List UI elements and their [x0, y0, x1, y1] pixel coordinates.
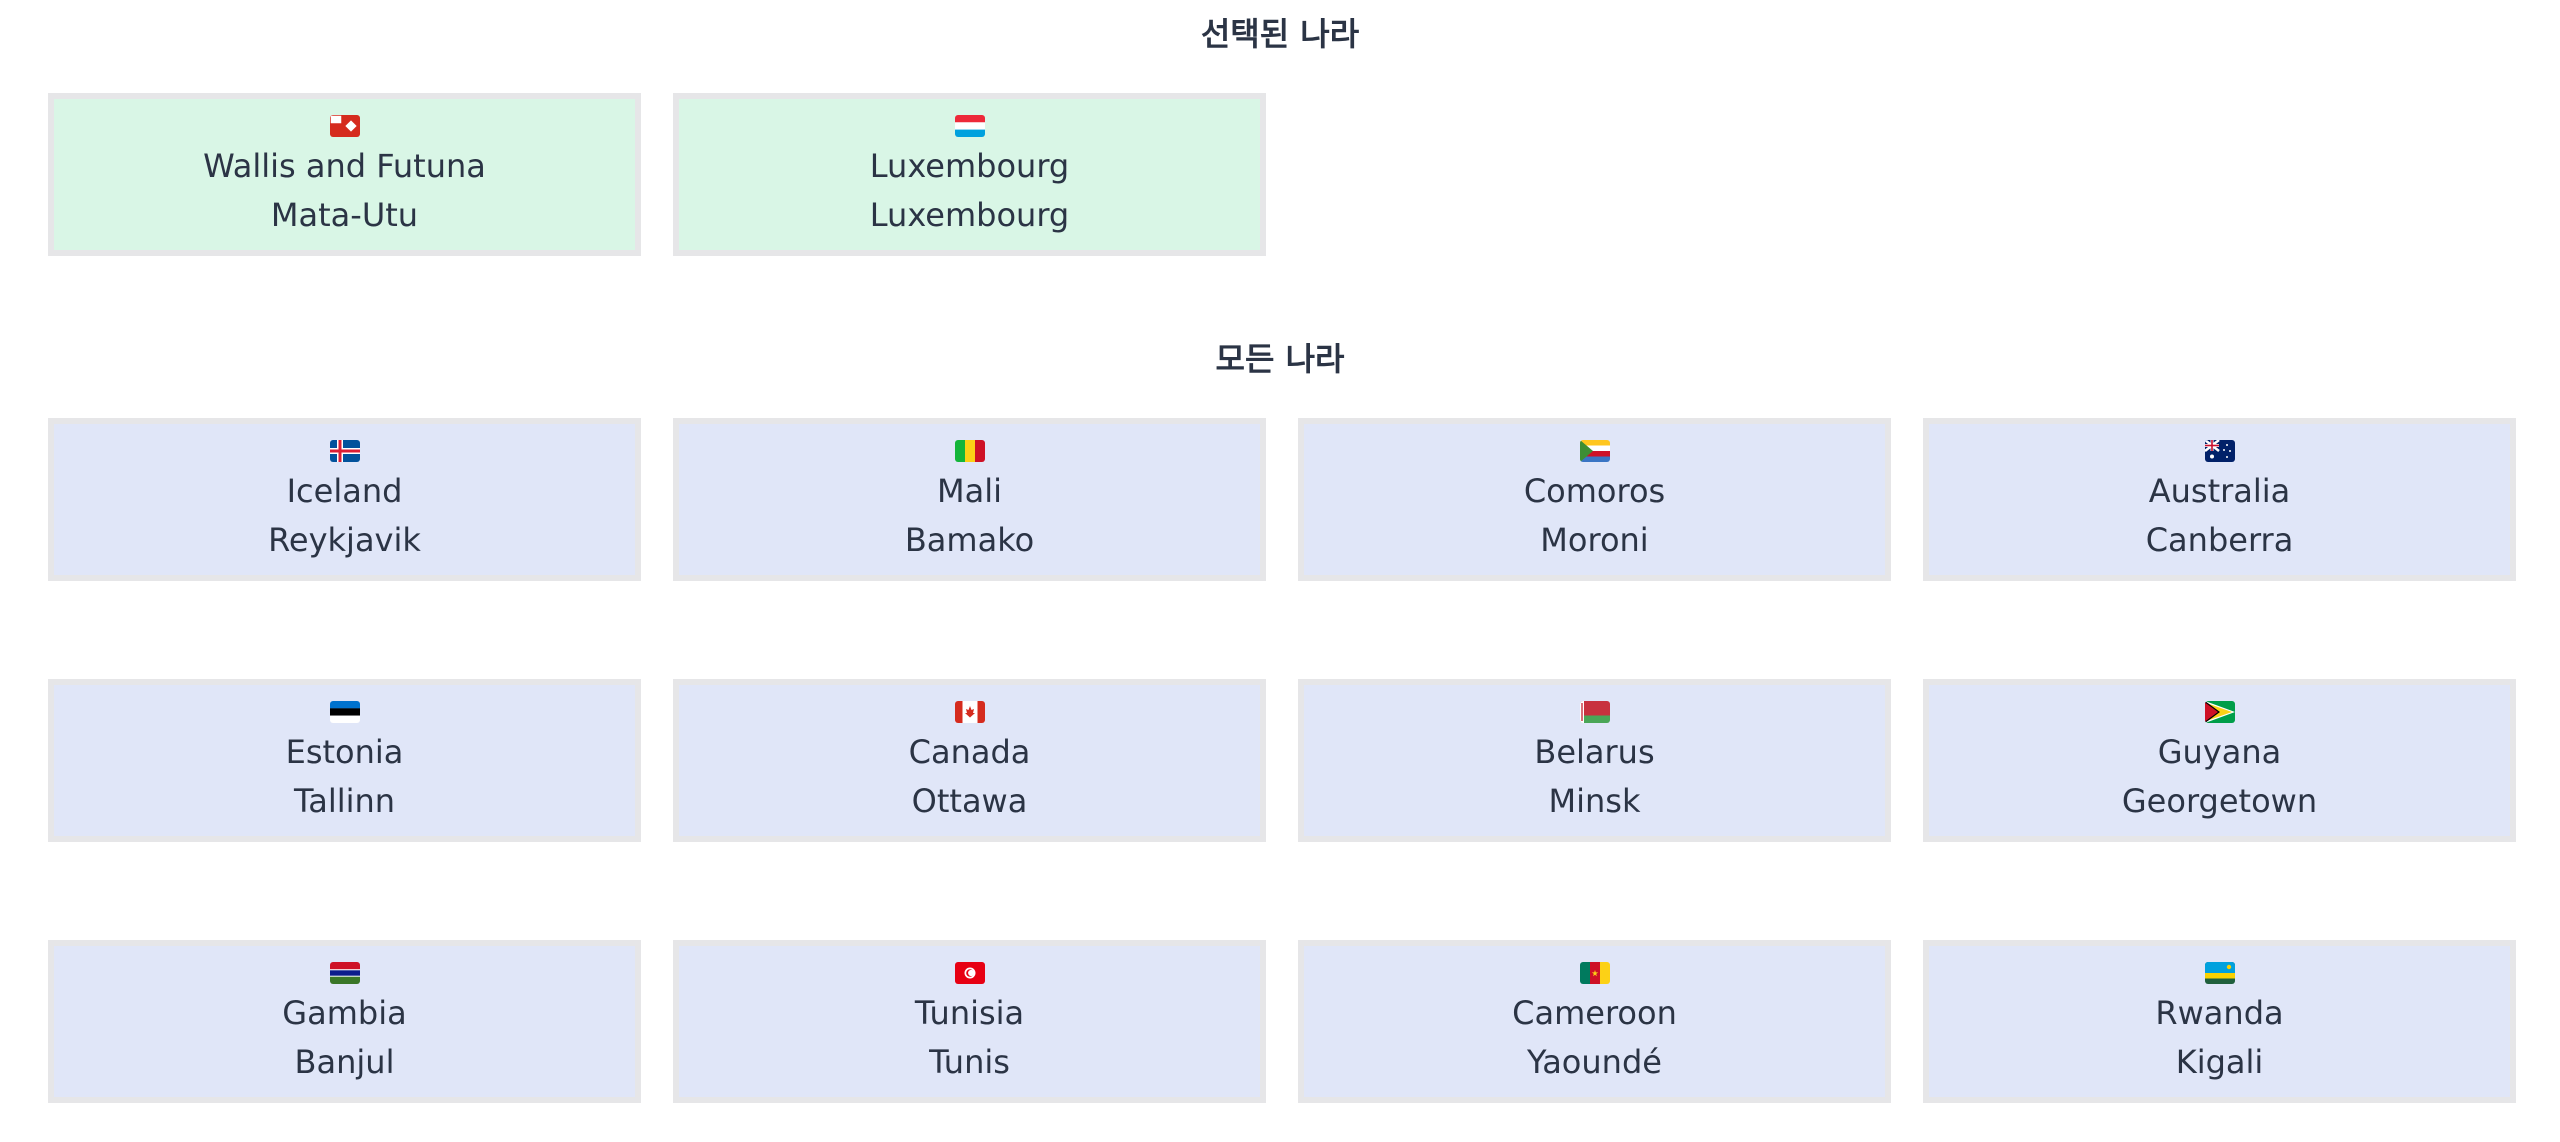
country-card[interactable]: Canada Ottawa: [673, 679, 1266, 842]
country-card[interactable]: Australia Canberra: [1923, 418, 2516, 581]
gambia-flag-icon: [329, 962, 360, 984]
canada-flag-icon: [954, 701, 985, 723]
country-capital: Kigali: [2175, 1043, 2264, 1081]
all-countries-heading: 모든 나라: [1215, 340, 1345, 378]
all-countries-grid: Iceland Reykjavik Mali Bamako Comoros Mo…: [48, 418, 2516, 1103]
country-card[interactable]: Cameroon Yaoundé: [1298, 940, 1891, 1103]
country-name: Belarus: [1534, 733, 1655, 771]
country-card[interactable]: Rwanda Kigali: [1923, 940, 2516, 1103]
country-capital: Banjul: [294, 1043, 395, 1081]
comoros-flag-icon: [1579, 440, 1610, 462]
country-capital: Bamako: [904, 521, 1035, 559]
selected-countries-grid: Wallis and Futuna Mata-Utu Luxembourg Lu…: [48, 93, 2516, 256]
iceland-flag-icon: [329, 440, 360, 462]
country-capital: Minsk: [1548, 782, 1641, 820]
tunisia-flag-icon: [954, 962, 985, 984]
country-capital: Canberra: [2145, 521, 2294, 559]
country-name: Gambia: [282, 994, 407, 1032]
country-card[interactable]: Guyana Georgetown: [1923, 679, 2516, 842]
rwanda-flag-icon: [2204, 962, 2235, 984]
country-name: Estonia: [285, 733, 404, 771]
cameroon-flag-icon: [1579, 962, 1610, 984]
country-name: Iceland: [286, 472, 403, 510]
country-capital: Luxembourg: [869, 196, 1070, 234]
country-name: Comoros: [1523, 472, 1666, 510]
country-capital: Tallinn: [293, 782, 396, 820]
country-card[interactable]: Estonia Tallinn: [48, 679, 641, 842]
country-card[interactable]: Iceland Reykjavik: [48, 418, 641, 581]
country-capital: Tunis: [929, 1043, 1010, 1081]
country-name: Wallis and Futuna: [203, 147, 486, 185]
luxembourg-flag-icon: [954, 115, 985, 137]
guyana-flag-icon: [2204, 701, 2235, 723]
country-capital: Yaoundé: [1527, 1043, 1662, 1081]
country-card[interactable]: Belarus Minsk: [1298, 679, 1891, 842]
country-card[interactable]: Comoros Moroni: [1298, 418, 1891, 581]
country-capital: Mata-Utu: [270, 196, 419, 234]
selected-countries-heading: 선택된 나라: [1200, 15, 1360, 53]
country-name: Guyana: [2157, 733, 2282, 771]
country-name: Australia: [2148, 472, 2291, 510]
country-card[interactable]: Mali Bamako: [673, 418, 1266, 581]
country-card[interactable]: Gambia Banjul: [48, 940, 641, 1103]
selected-country-card[interactable]: Wallis and Futuna Mata-Utu: [48, 93, 641, 256]
mali-flag-icon: [954, 440, 985, 462]
estonia-flag-icon: [329, 701, 360, 723]
selected-country-card[interactable]: Luxembourg Luxembourg: [673, 93, 1266, 256]
country-capital: Reykjavik: [268, 521, 421, 559]
country-name: Tunisia: [914, 994, 1025, 1032]
country-name: Cameroon: [1512, 994, 1677, 1032]
country-capital: Moroni: [1540, 521, 1649, 559]
country-name: Rwanda: [2155, 994, 2284, 1032]
country-name: Mali: [937, 472, 1002, 510]
wallis-futuna-flag-icon: [329, 115, 360, 137]
australia-flag-icon: [2204, 440, 2235, 462]
country-name: Luxembourg: [869, 147, 1070, 185]
belarus-flag-icon: [1579, 701, 1610, 723]
country-capital: Georgetown: [2121, 782, 2318, 820]
country-card[interactable]: Tunisia Tunis: [673, 940, 1266, 1103]
country-name: Canada: [908, 733, 1031, 771]
country-capital: Ottawa: [911, 782, 1028, 820]
